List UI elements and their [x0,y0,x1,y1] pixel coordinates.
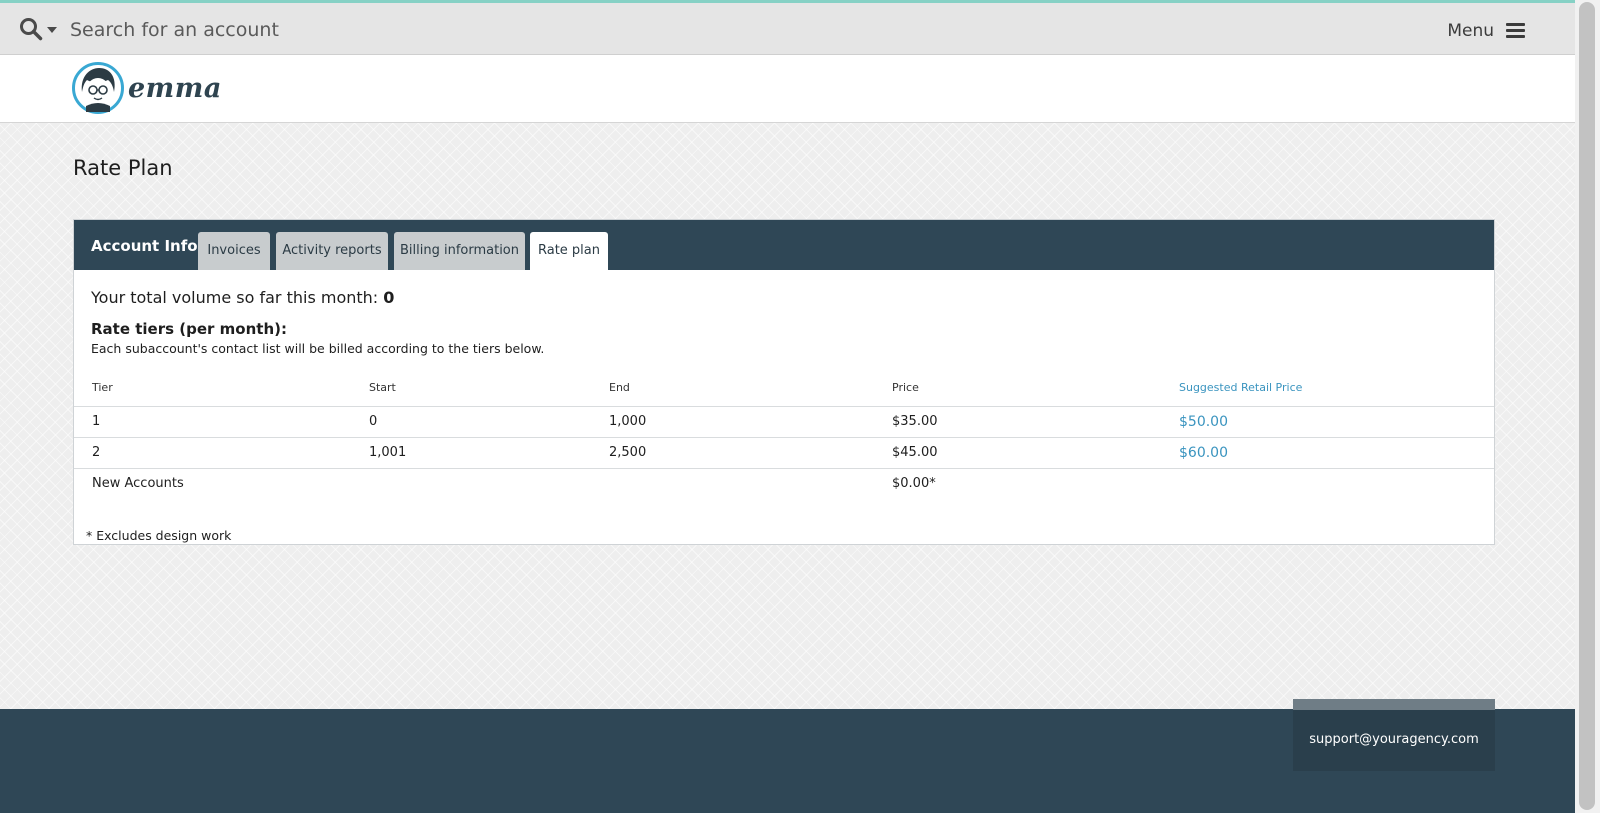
emma-mascot-icon [72,62,124,114]
column-header-end: End [609,381,630,394]
panel-header: Account Info Invoices Activity reports B… [74,220,1494,271]
search-icon [20,18,43,41]
column-header-suggested-retail-price[interactable]: Suggested Retail Price [1179,381,1302,394]
volume-value: 0 [383,288,395,307]
tab-label: Billing information [399,242,520,258]
tab-invoices[interactable]: Invoices [198,232,270,270]
tab-rate-plan[interactable]: Rate plan [530,232,608,271]
menu-label: Menu [1447,21,1494,41]
price-cell: $35.00 [892,414,938,429]
tab-billing-information[interactable]: Billing information [394,232,525,270]
search-dropdown-button[interactable] [19,17,61,43]
menu-button[interactable]: Menu [1447,17,1525,45]
price-cell: $0.00* [892,476,936,491]
panel-heading: Account Info [91,237,198,255]
scrollbar-thumb[interactable] [1579,2,1595,810]
suggested-retail-price-link[interactable]: $50.00 [1179,414,1228,430]
tier-cell: 2 [92,445,101,460]
suggested-retail-price-link[interactable]: $60.00 [1179,445,1228,461]
account-search-input[interactable] [70,15,770,45]
support-email-link[interactable]: support@youragency.com [1293,732,1495,747]
price-cell: $45.00 [892,445,938,460]
table-row: 1 0 1,000 $35.00 $50.00 [74,407,1494,438]
tab-activity-reports[interactable]: Activity reports [276,232,388,270]
tier-cell: 1 [92,414,101,429]
start-cell: 1,001 [369,445,407,460]
tab-label: Activity reports [282,242,382,258]
rate-tiers-description: Each subaccount's contact list will be b… [91,341,545,356]
hamburger-icon [1506,23,1525,39]
table-header-row: Tier Start End Price Suggested Retail Pr… [74,368,1494,407]
vertical-scrollbar[interactable] [1575,0,1600,813]
caret-down-icon [47,27,57,33]
end-cell: 2,500 [609,445,647,460]
app-viewport: Menu emma Rate Plan Account Info [0,0,1575,813]
rate-tier-table: Tier Start End Price Suggested Retail Pr… [74,368,1494,500]
tier-cell: New Accounts [92,476,184,491]
end-cell: 1,000 [609,414,647,429]
tab-label: Invoices [207,242,261,258]
support-contact-box: support@youragency.com [1293,699,1495,771]
column-header-tier: Tier [92,381,113,394]
volume-label: Your total volume so far this month: [91,288,379,307]
table-row: New Accounts $0.00* [74,469,1494,500]
top-search-bar: Menu [0,0,1575,55]
footnote: * Excludes design work [86,528,232,543]
brand-header: emma [0,55,1575,123]
support-box-strip [1293,699,1495,710]
column-header-price: Price [892,381,919,394]
column-header-start: Start [369,381,396,394]
page-title: Rate Plan [73,156,173,180]
monthly-volume: Your total volume so far this month: 0 [91,288,394,307]
rate-tiers-heading: Rate tiers (per month): [91,320,287,338]
table-row: 2 1,001 2,500 $45.00 $60.00 [74,438,1494,469]
account-info-panel: Account Info Invoices Activity reports B… [73,219,1495,545]
emma-logo[interactable]: emma [72,62,222,114]
tab-label: Rate plan [537,243,600,258]
start-cell: 0 [369,414,378,429]
emma-wordmark: emma [128,72,222,104]
